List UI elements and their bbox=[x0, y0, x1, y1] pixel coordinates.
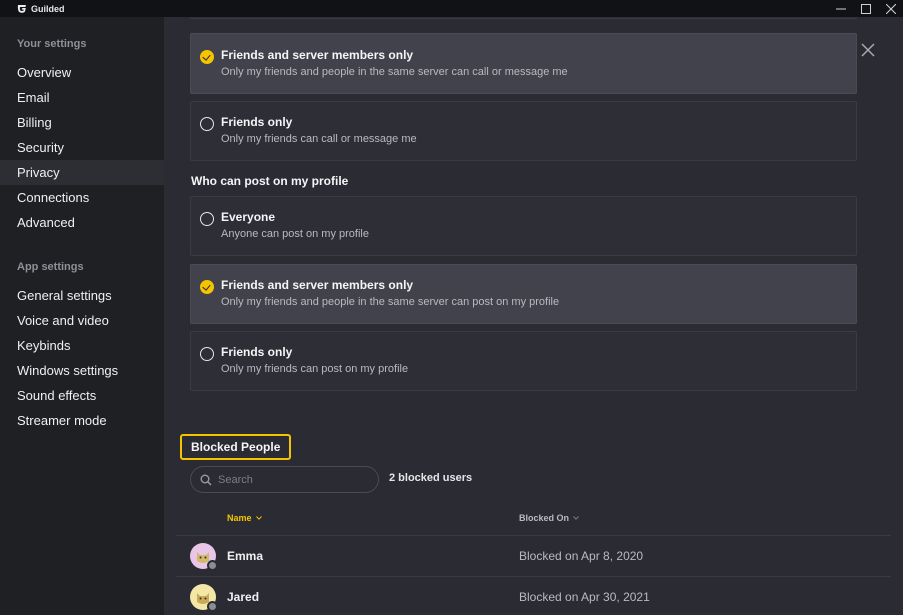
status-indicator bbox=[207, 560, 218, 571]
radio-checked-icon bbox=[200, 280, 214, 294]
sidebar-item-advanced[interactable]: Advanced bbox=[0, 210, 164, 235]
privacy-settings-panel: Friends and server members only Only my … bbox=[164, 17, 903, 615]
status-indicator bbox=[207, 601, 218, 612]
column-header-blocked-on[interactable]: Blocked On bbox=[519, 513, 579, 523]
settings-sidebar: Your settings Overview Email Billing Sec… bbox=[0, 17, 164, 615]
blocked-date: Blocked on Apr 8, 2020 bbox=[519, 549, 644, 563]
your-settings-heading: Your settings bbox=[17, 38, 87, 50]
close-settings-button[interactable] bbox=[859, 41, 877, 59]
sidebar-item-privacy[interactable]: Privacy bbox=[0, 160, 164, 185]
chevron-down-icon bbox=[255, 516, 262, 520]
post-option-everyone[interactable]: Everyone Anyone can post on my profile bbox=[190, 196, 857, 256]
call-option-friends-only[interactable]: Friends only Only my friends can call or… bbox=[190, 101, 857, 161]
close-icon bbox=[885, 3, 896, 14]
column-header-label: Blocked On bbox=[519, 513, 570, 523]
blocked-count: 2 blocked users bbox=[389, 472, 473, 484]
sidebar-item-connections[interactable]: Connections bbox=[0, 185, 164, 210]
user-name: Emma bbox=[227, 549, 264, 563]
option-title: Friends only bbox=[221, 115, 293, 129]
app-brand: Guilded bbox=[17, 4, 65, 14]
sidebar-item-billing[interactable]: Billing bbox=[0, 110, 164, 135]
table-row[interactable]: Emma Blocked on Apr 8, 2020 bbox=[176, 535, 891, 576]
chevron-down-icon bbox=[573, 516, 579, 520]
radio-unchecked-icon bbox=[200, 212, 214, 226]
app-settings-heading: App settings bbox=[17, 261, 84, 273]
option-description: Only my friends can post on my profile bbox=[221, 363, 409, 375]
radio-unchecked-icon bbox=[200, 117, 214, 131]
table-row[interactable]: Jared Blocked on Apr 30, 2021 bbox=[176, 576, 891, 615]
minimize-button[interactable] bbox=[828, 0, 853, 17]
avatar[interactable] bbox=[190, 543, 218, 571]
partial-option-card bbox=[190, 17, 857, 19]
radio-unchecked-icon bbox=[200, 347, 214, 361]
maximize-icon bbox=[860, 3, 871, 14]
maximize-button[interactable] bbox=[853, 0, 878, 17]
search-icon bbox=[200, 474, 212, 486]
option-title: Friends and server members only bbox=[221, 278, 414, 292]
title-bar: Guilded bbox=[0, 0, 903, 17]
blocked-search-field[interactable] bbox=[190, 466, 379, 493]
option-description: Only my friends and people in the same s… bbox=[221, 66, 568, 78]
sidebar-item-streamer-mode[interactable]: Streamer mode bbox=[0, 408, 164, 433]
blocked-date: Blocked on Apr 30, 2021 bbox=[519, 590, 650, 604]
sidebar-item-security[interactable]: Security bbox=[0, 135, 164, 160]
post-option-friends-only[interactable]: Friends only Only my friends can post on… bbox=[190, 331, 857, 391]
sidebar-item-sound-effects[interactable]: Sound effects bbox=[0, 383, 164, 408]
option-description: Only my friends can call or message me bbox=[221, 133, 417, 145]
user-name: Jared bbox=[227, 590, 260, 604]
sidebar-item-overview[interactable]: Overview bbox=[0, 60, 164, 85]
option-title: Everyone bbox=[221, 210, 276, 224]
post-option-friends-server[interactable]: Friends and server members only Only my … bbox=[190, 264, 857, 324]
sidebar-item-email[interactable]: Email bbox=[0, 85, 164, 110]
column-header-label: Name bbox=[227, 513, 252, 523]
app-name: Guilded bbox=[31, 3, 65, 14]
sidebar-item-keybinds[interactable]: Keybinds bbox=[0, 333, 164, 358]
option-description: Only my friends and people in the same s… bbox=[221, 296, 560, 308]
avatar[interactable] bbox=[190, 584, 218, 612]
radio-checked-icon bbox=[200, 50, 214, 64]
sidebar-item-voice-and-video[interactable]: Voice and video bbox=[0, 308, 164, 333]
option-description: Anyone can post on my profile bbox=[221, 228, 369, 240]
minimize-icon bbox=[835, 8, 846, 9]
search-input[interactable] bbox=[218, 473, 368, 486]
option-title: Friends and server members only bbox=[221, 48, 414, 62]
window-close-button[interactable] bbox=[878, 0, 903, 17]
guilded-logo-icon bbox=[17, 4, 26, 13]
profile-post-heading: Who can post on my profile bbox=[191, 174, 349, 188]
blocked-people-heading: Blocked People bbox=[180, 434, 292, 460]
call-option-friends-server[interactable]: Friends and server members only Only my … bbox=[190, 33, 857, 94]
column-header-name[interactable]: Name bbox=[227, 513, 262, 523]
close-icon bbox=[861, 43, 875, 57]
sidebar-item-windows-settings[interactable]: Windows settings bbox=[0, 358, 164, 383]
sidebar-item-general-settings[interactable]: General settings bbox=[0, 283, 164, 308]
option-title: Friends only bbox=[221, 345, 293, 359]
